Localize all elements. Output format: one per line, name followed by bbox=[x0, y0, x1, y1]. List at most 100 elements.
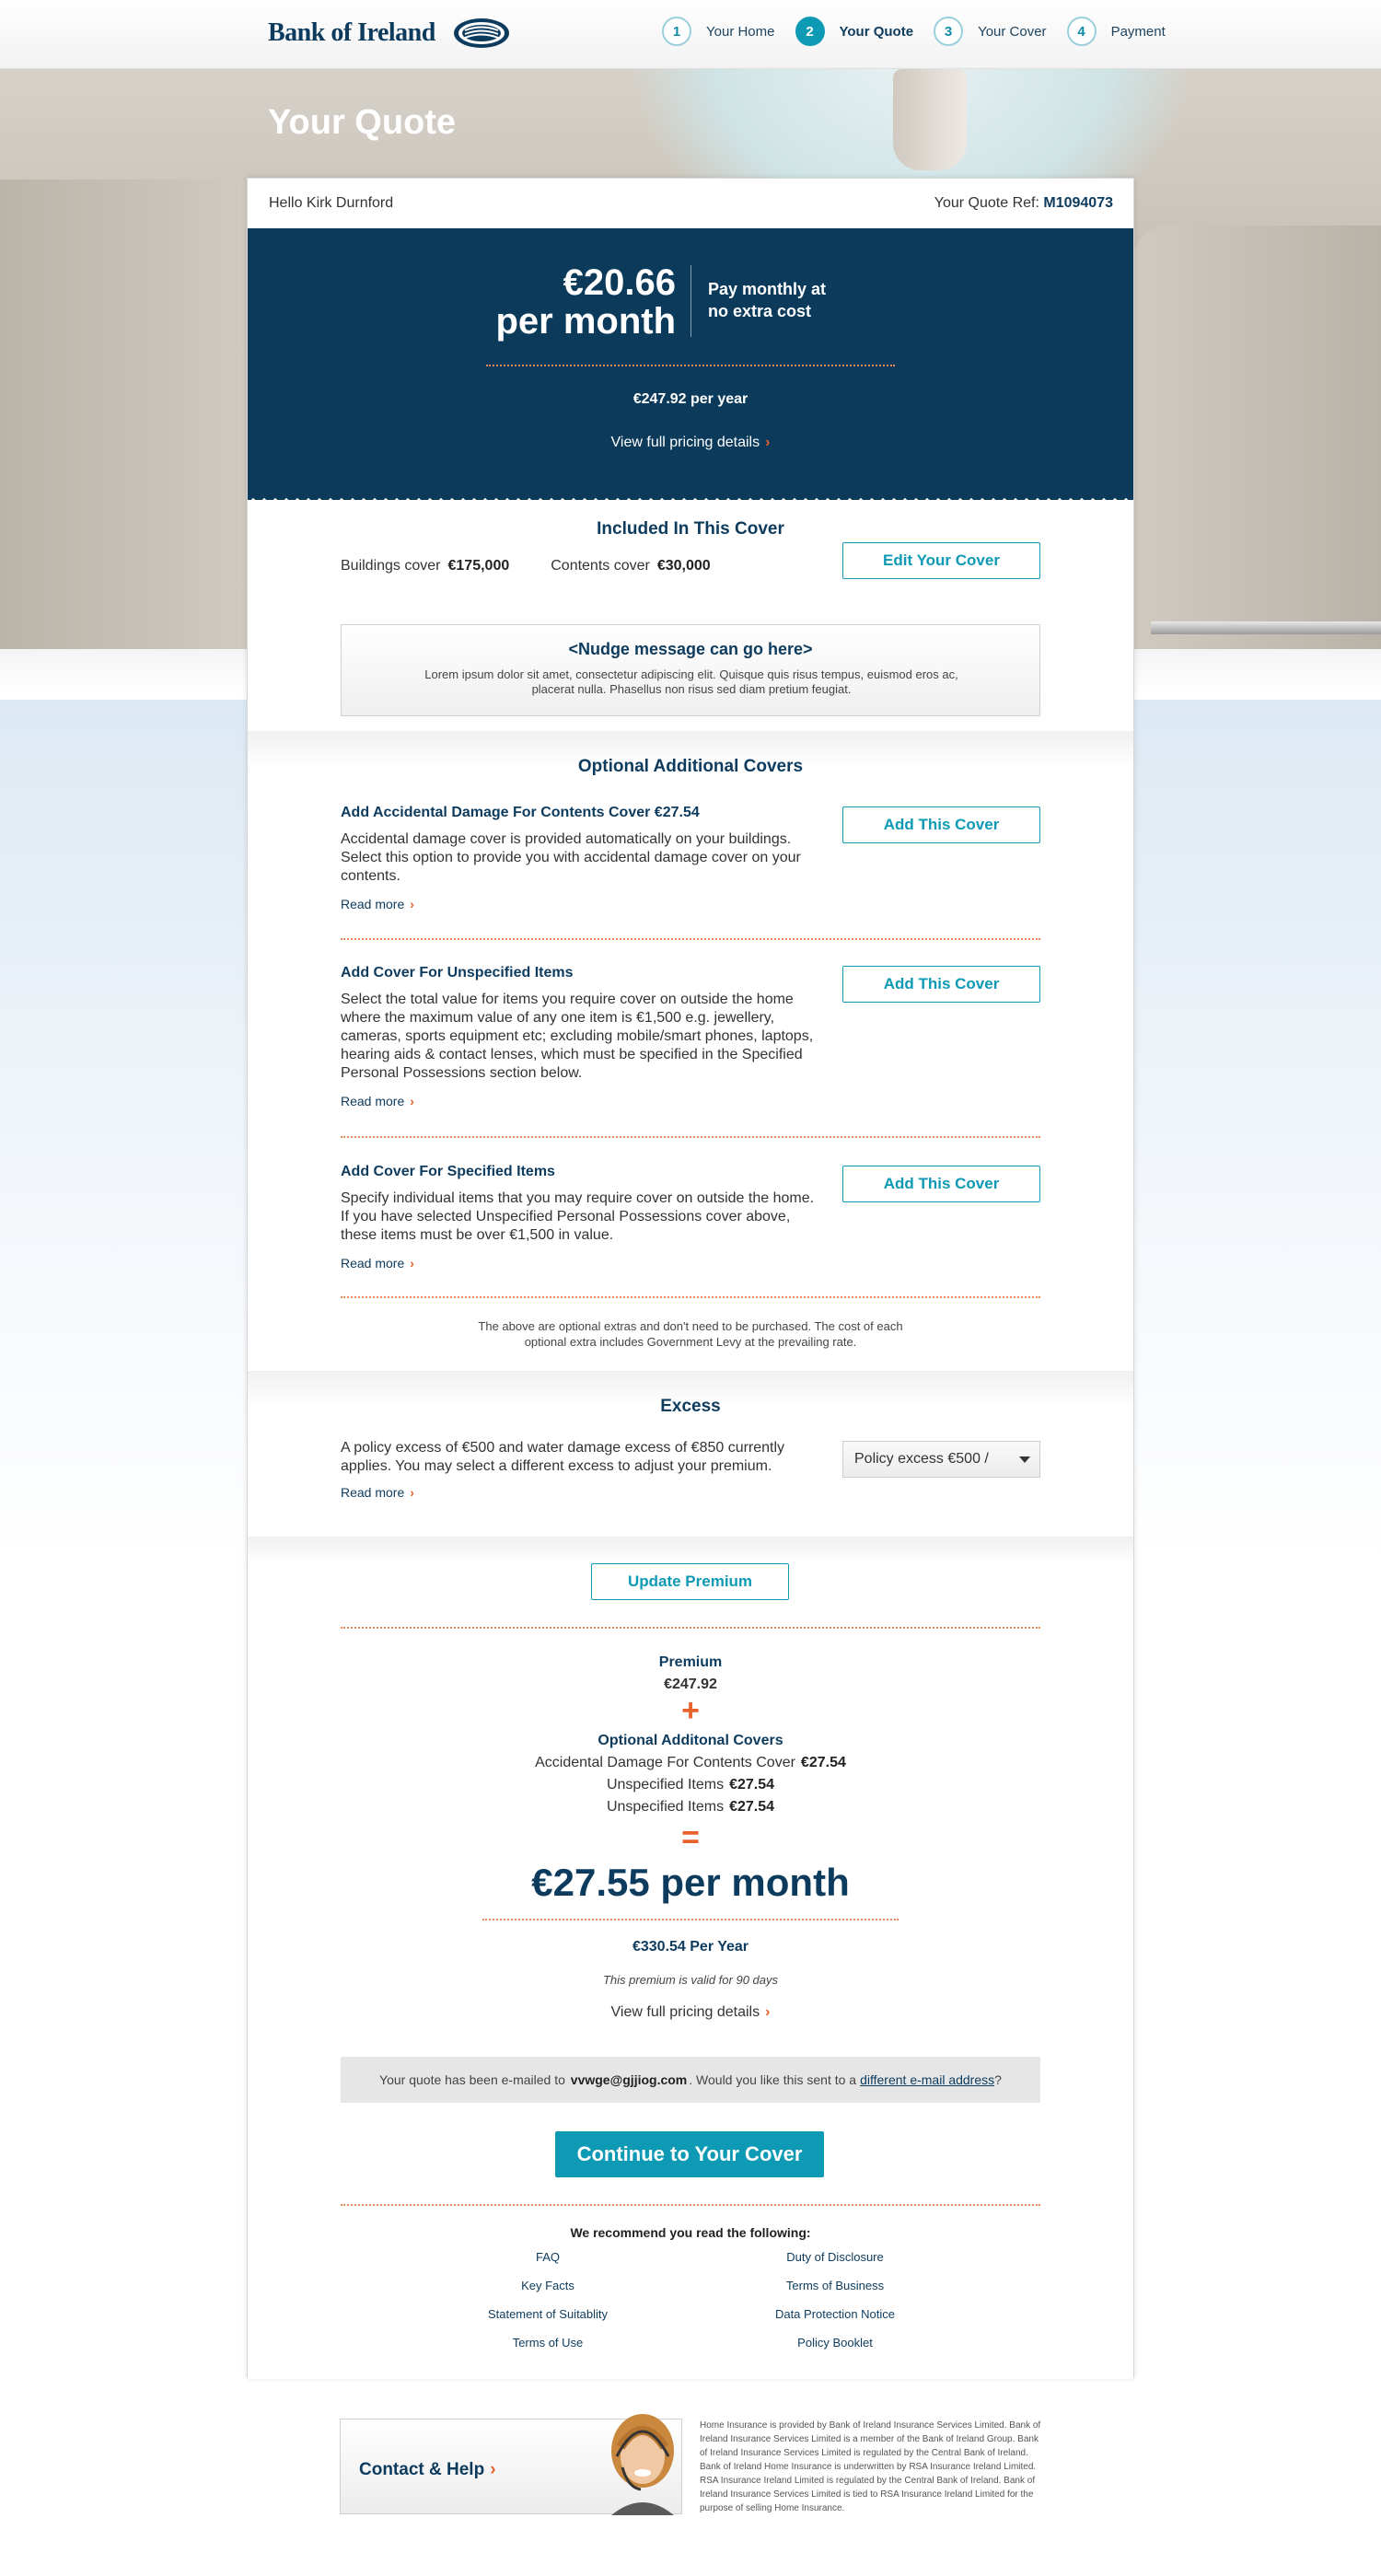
recommend-title: We recommend you read the following: bbox=[570, 2225, 811, 2240]
optional-cover-desc: Select the total value for items you req… bbox=[341, 992, 814, 1081]
step-number: 1 bbox=[662, 17, 691, 46]
add-cover-button[interactable]: Add This Cover bbox=[842, 966, 1040, 1003]
add-cover-button[interactable]: Add This Cover bbox=[842, 806, 1040, 843]
addon-value: €27.54 bbox=[800, 1755, 846, 1770]
addon-label: Unspecified Items bbox=[606, 1799, 725, 1815]
divider bbox=[341, 938, 1040, 940]
valid-note: This premium is valid for 90 days bbox=[602, 1973, 778, 1987]
chevron-right-icon: › bbox=[490, 2460, 496, 2479]
read-more-link[interactable]: Read more › bbox=[341, 1485, 414, 1500]
doc-link-statement-of-suitability[interactable]: Statement of Suitablity bbox=[428, 2304, 667, 2333]
contents-cover: Contents cover €30,000 bbox=[551, 558, 710, 574]
read-more-label: Read more bbox=[341, 1256, 405, 1271]
read-more-link[interactable]: Read more › bbox=[341, 897, 1040, 911]
view-pricing-details-link[interactable]: View full pricing details › bbox=[248, 435, 1133, 451]
step-label: Your Cover bbox=[978, 23, 1047, 40]
top-header: Bank of Ireland 1 Your Home 2 Your Quote… bbox=[0, 0, 1381, 69]
hero-sofa-left bbox=[0, 180, 276, 658]
section-title: Excess bbox=[660, 1397, 721, 1416]
monthly-note: Pay monthly at no extra cost bbox=[708, 278, 855, 322]
doc-link-terms-of-business[interactable]: Terms of Business bbox=[715, 2276, 955, 2304]
monthly-note-line2: no extra cost bbox=[708, 302, 812, 320]
contents-cover-value: €30,000 bbox=[656, 558, 711, 574]
quote-card: Hello Kirk Durnford Your Quote Ref: M109… bbox=[247, 178, 1134, 2379]
brand-name: Bank of Ireland bbox=[268, 18, 435, 47]
update-premium-button[interactable]: Update Premium bbox=[591, 1563, 789, 1600]
buildings-cover: Buildings cover €175,000 bbox=[341, 558, 509, 574]
addon-line: Unspecified Items €27.54 bbox=[248, 1799, 1133, 1816]
doc-link-policy-booklet[interactable]: Policy Booklet bbox=[715, 2333, 955, 2361]
optional-cover-desc: Specify individual items that you may re… bbox=[341, 1190, 815, 1243]
addon-value: €27.54 bbox=[729, 1777, 775, 1793]
addon-line: Accidental Damage For Contents Cover €27.… bbox=[248, 1755, 1133, 1771]
read-more-link[interactable]: Read more › bbox=[341, 1256, 1040, 1271]
step-your-cover[interactable]: 3 Your Cover bbox=[934, 17, 1047, 46]
step-number: 3 bbox=[934, 17, 964, 46]
read-more-label: Read more bbox=[341, 897, 405, 911]
read-more-label: Read more bbox=[341, 1485, 405, 1500]
addon-label: Accidental Damage For Contents Cover bbox=[535, 1755, 795, 1770]
email-suffix: ? bbox=[994, 2072, 1002, 2087]
divider bbox=[341, 2204, 1040, 2206]
excess-select[interactable]: Policy excess €500 / bbox=[842, 1441, 1040, 1478]
email-notice: Your quote has been e-mailed to vvwge@gj… bbox=[341, 2057, 1040, 2103]
divider bbox=[341, 1136, 1040, 1138]
continue-button[interactable]: Continue to Your Cover bbox=[555, 2131, 824, 2177]
optional-cover-desc: Accidental damage cover is provided auto… bbox=[341, 831, 801, 884]
contact-help-text: Contact & Help bbox=[359, 2460, 485, 2479]
contact-help-box[interactable]: Contact & Help › bbox=[340, 2414, 682, 2515]
quote-ref: Your Quote Ref: M1094073 bbox=[934, 195, 1113, 212]
doc-link-faq[interactable]: FAQ bbox=[428, 2247, 667, 2276]
addon-value: €27.54 bbox=[729, 1799, 775, 1815]
boi-logo-icon bbox=[453, 18, 509, 48]
divider bbox=[341, 1627, 1040, 1629]
yearly-price: €247.92 per year bbox=[632, 391, 749, 407]
divider bbox=[482, 1919, 899, 1920]
quote-ref-value: M1094073 bbox=[1043, 194, 1113, 211]
doc-link-duty-of-disclosure[interactable]: Duty of Disclosure bbox=[715, 2247, 955, 2276]
headset-agent-icon bbox=[611, 2414, 674, 2515]
contents-cover-label: Contents cover bbox=[551, 558, 650, 574]
hero-sofa-leg bbox=[1151, 621, 1381, 634]
yearly-total: €330.54 Per Year bbox=[632, 1939, 749, 1955]
read-more-link[interactable]: Read more › bbox=[341, 1094, 1040, 1108]
step-payment[interactable]: 4 Payment bbox=[1066, 17, 1166, 46]
page-title: Your Quote bbox=[268, 103, 457, 142]
nudge-message: <Nudge message can go here> Lorem ipsum … bbox=[341, 624, 1040, 716]
monthly-unit: per month bbox=[495, 301, 676, 342]
doc-link-key-facts[interactable]: Key Facts bbox=[428, 2276, 667, 2304]
step-number: 4 bbox=[1066, 17, 1097, 46]
divider bbox=[486, 365, 895, 366]
different-email-link[interactable]: different e-mail address bbox=[860, 2072, 994, 2087]
section-title: Included In This Cover bbox=[597, 519, 784, 539]
edit-cover-button[interactable]: Edit Your Cover bbox=[842, 542, 1040, 579]
email-prefix: Your quote has been e-mailed to bbox=[379, 2072, 565, 2087]
step-your-quote[interactable]: 2 Your Quote bbox=[795, 17, 913, 46]
divider bbox=[341, 1296, 1040, 1298]
legal-text: Home Insurance is provided by Bank of Ir… bbox=[700, 2420, 1041, 2513]
view-pricing-details-link[interactable]: View full pricing details › bbox=[248, 2004, 1133, 2021]
buildings-cover-value: €175,000 bbox=[447, 558, 510, 574]
addon-label: Unspecified Items bbox=[606, 1777, 725, 1793]
step-label: Payment bbox=[1110, 23, 1166, 40]
optional-covers-label: Optional Additonal Covers bbox=[598, 1733, 783, 1748]
doc-link-data-protection[interactable]: Data Protection Notice bbox=[715, 2304, 955, 2333]
chevron-right-icon: › bbox=[410, 1256, 414, 1271]
excess-section: Excess A policy excess of €500 and water… bbox=[248, 1371, 1133, 1537]
quote-card-header: Hello Kirk Durnford Your Quote Ref: M109… bbox=[248, 179, 1133, 227]
nudge-body: Lorem ipsum dolor sit amet, consectetur … bbox=[424, 667, 958, 696]
add-cover-button[interactable]: Add This Cover bbox=[842, 1166, 1040, 1202]
monthly-note-line1: Pay monthly at bbox=[708, 280, 827, 298]
premium-label: Premium bbox=[658, 1654, 723, 1670]
brand-logo[interactable]: Bank of Ireland bbox=[268, 17, 511, 50]
document-links-right: Duty of Disclosure Terms of Business Dat… bbox=[715, 2247, 955, 2361]
optional-covers-section: Optional Additional Covers Add Accidenta… bbox=[248, 731, 1133, 1375]
buildings-cover-label: Buildings cover bbox=[341, 558, 441, 574]
step-your-home[interactable]: 1 Your Home bbox=[662, 17, 775, 46]
read-more-label: Read more bbox=[341, 1094, 405, 1108]
dropdown-caret-icon bbox=[1019, 1456, 1030, 1463]
equals-sign: = bbox=[681, 1820, 700, 1855]
chevron-right-icon: › bbox=[410, 1094, 414, 1108]
contact-help-label: Contact & Help › bbox=[359, 2460, 496, 2480]
doc-link-terms-of-use[interactable]: Terms of Use bbox=[428, 2333, 667, 2361]
